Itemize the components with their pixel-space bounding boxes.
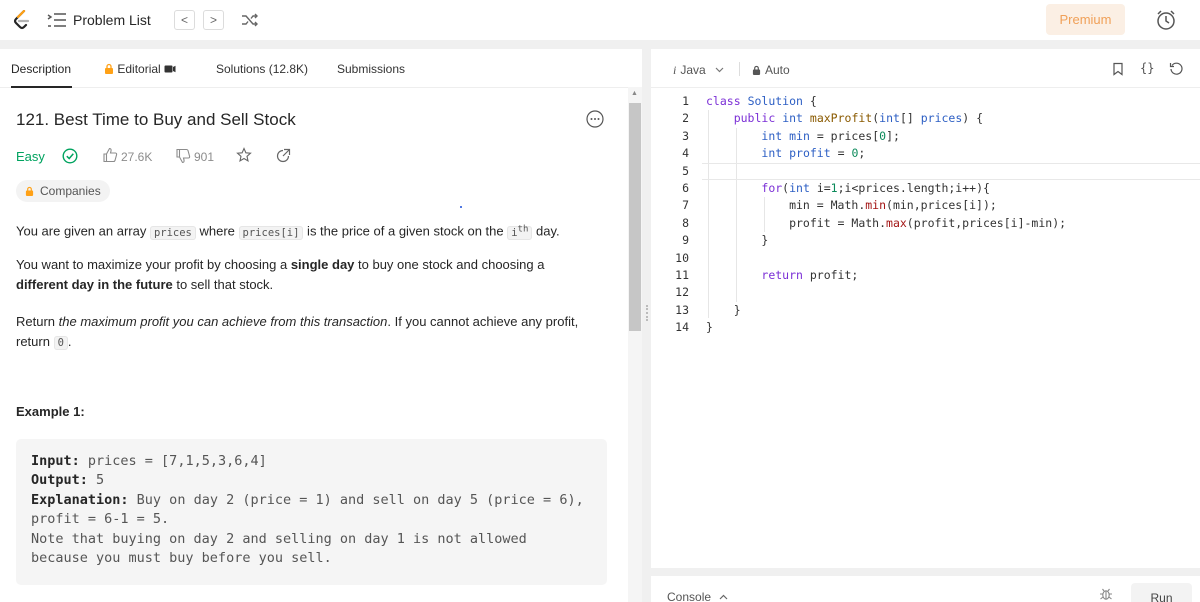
chevron-right-icon: > — [209, 13, 217, 27]
code-line: 3 int min = prices[0]; — [682, 128, 900, 143]
lock-icon — [752, 65, 761, 75]
code-line: 11 return profit; — [675, 268, 859, 282]
tab-description[interactable]: Description — [11, 62, 71, 76]
lock-icon — [25, 186, 34, 196]
chevron-down-icon — [715, 67, 724, 73]
panel-resize-handle[interactable] — [646, 305, 648, 321]
prev-problem-button[interactable]: < — [174, 10, 195, 30]
description-paragraph-2: You want to maximize your profit by choo… — [16, 257, 545, 292]
bug-icon[interactable] — [1099, 587, 1113, 601]
tab-editorial[interactable]: Editorial — [104, 62, 176, 76]
tab-submissions[interactable]: Submissions — [337, 62, 405, 76]
scroll-up-arrow[interactable]: ▲ — [631, 90, 638, 97]
problem-title: 121. Best Time to Buy and Sell Stock — [16, 110, 296, 129]
language-label: Java — [680, 63, 706, 77]
description-paragraph-1: You are given an array prices where pric… — [16, 223, 560, 240]
console-label: Console — [667, 590, 712, 602]
format-code-button[interactable]: {} — [1140, 61, 1154, 75]
example-title: Example 1: — [16, 404, 85, 419]
tab-editorial-label: Editorial — [117, 62, 161, 76]
star-icon[interactable] — [236, 147, 252, 163]
active-tab-indicator — [11, 86, 72, 88]
code-line: 2 public int maxProfit(int[] prices) { — [682, 111, 984, 126]
language-select[interactable]: i Java — [673, 63, 724, 78]
companies-label: Companies — [40, 184, 101, 198]
dislike-count: 901 — [194, 150, 215, 164]
example-box: Input: prices = [7,1,5,3,6,4] Output: 5 … — [16, 439, 607, 585]
thumbs-up-icon[interactable] — [102, 147, 118, 163]
auto-label: Auto — [765, 63, 790, 77]
code-line: 12 — [675, 285, 689, 300]
bookmark-icon[interactable] — [1111, 62, 1125, 76]
problem-list-link[interactable]: Problem List — [73, 12, 151, 28]
code-line: 13 } — [675, 302, 741, 317]
clock-icon[interactable] — [1155, 9, 1177, 31]
shuffle-icon[interactable] — [240, 11, 260, 29]
code-line: 5 — [682, 163, 689, 178]
top-bar: Problem List < > Premium — [0, 0, 1200, 40]
description-tabs: Description Editorial Solutions (12.8K) … — [0, 49, 642, 88]
difficulty-badge: Easy — [16, 149, 45, 164]
check-circle-icon — [62, 148, 78, 164]
share-icon[interactable] — [275, 148, 291, 164]
description-panel: Description Editorial Solutions (12.8K) … — [0, 49, 642, 602]
next-problem-button[interactable]: > — [203, 10, 224, 30]
lock-icon — [105, 63, 113, 74]
reset-icon[interactable] — [1169, 61, 1184, 76]
tab-solutions[interactable]: Solutions (12.8K) — [216, 62, 308, 76]
premium-button[interactable]: Premium — [1046, 4, 1125, 35]
code-line: 10 — [675, 250, 689, 265]
cursor-dot — [460, 206, 462, 208]
more-icon[interactable] — [586, 110, 604, 128]
list-icon[interactable] — [47, 11, 67, 29]
leetcode-logo-icon[interactable] — [13, 10, 31, 30]
description-paragraph-3: Return the maximum profit you can achiev… — [16, 314, 579, 350]
toolbar-separator — [739, 62, 740, 76]
chevron-up-icon — [719, 594, 728, 600]
code-line: 14} — [675, 320, 713, 335]
like-count: 27.6K — [121, 150, 153, 164]
code-line: 9 } — [682, 233, 769, 248]
chevron-left-icon: < — [180, 13, 188, 27]
code-line: 7 min = Math.min(min,prices[i]); — [682, 198, 997, 213]
code-line: 6 for(int i=1;i<prices.length;i++){ — [682, 181, 990, 195]
code-line: 4 int profit = 0; — [682, 146, 866, 161]
scrollbar-thumb[interactable] — [629, 103, 641, 331]
auto-mode[interactable]: Auto — [752, 63, 790, 77]
code-line: 8 profit = Math.max(profit,prices[i]-min… — [682, 215, 1067, 230]
console-bar: Console Run — [651, 576, 1200, 602]
thumbs-down-icon[interactable] — [175, 148, 191, 164]
companies-tag[interactable]: Companies — [16, 180, 110, 202]
code-line: 1 class Solution { — [682, 94, 817, 108]
video-icon — [164, 65, 176, 73]
code-editor-panel: i Java Auto {} 1 class Solution { 2 public… — [651, 49, 1200, 568]
run-button[interactable]: Run — [1131, 583, 1192, 602]
editor-toolbar: i Java Auto {} — [651, 49, 1200, 88]
console-toggle[interactable]: Console — [667, 590, 728, 602]
